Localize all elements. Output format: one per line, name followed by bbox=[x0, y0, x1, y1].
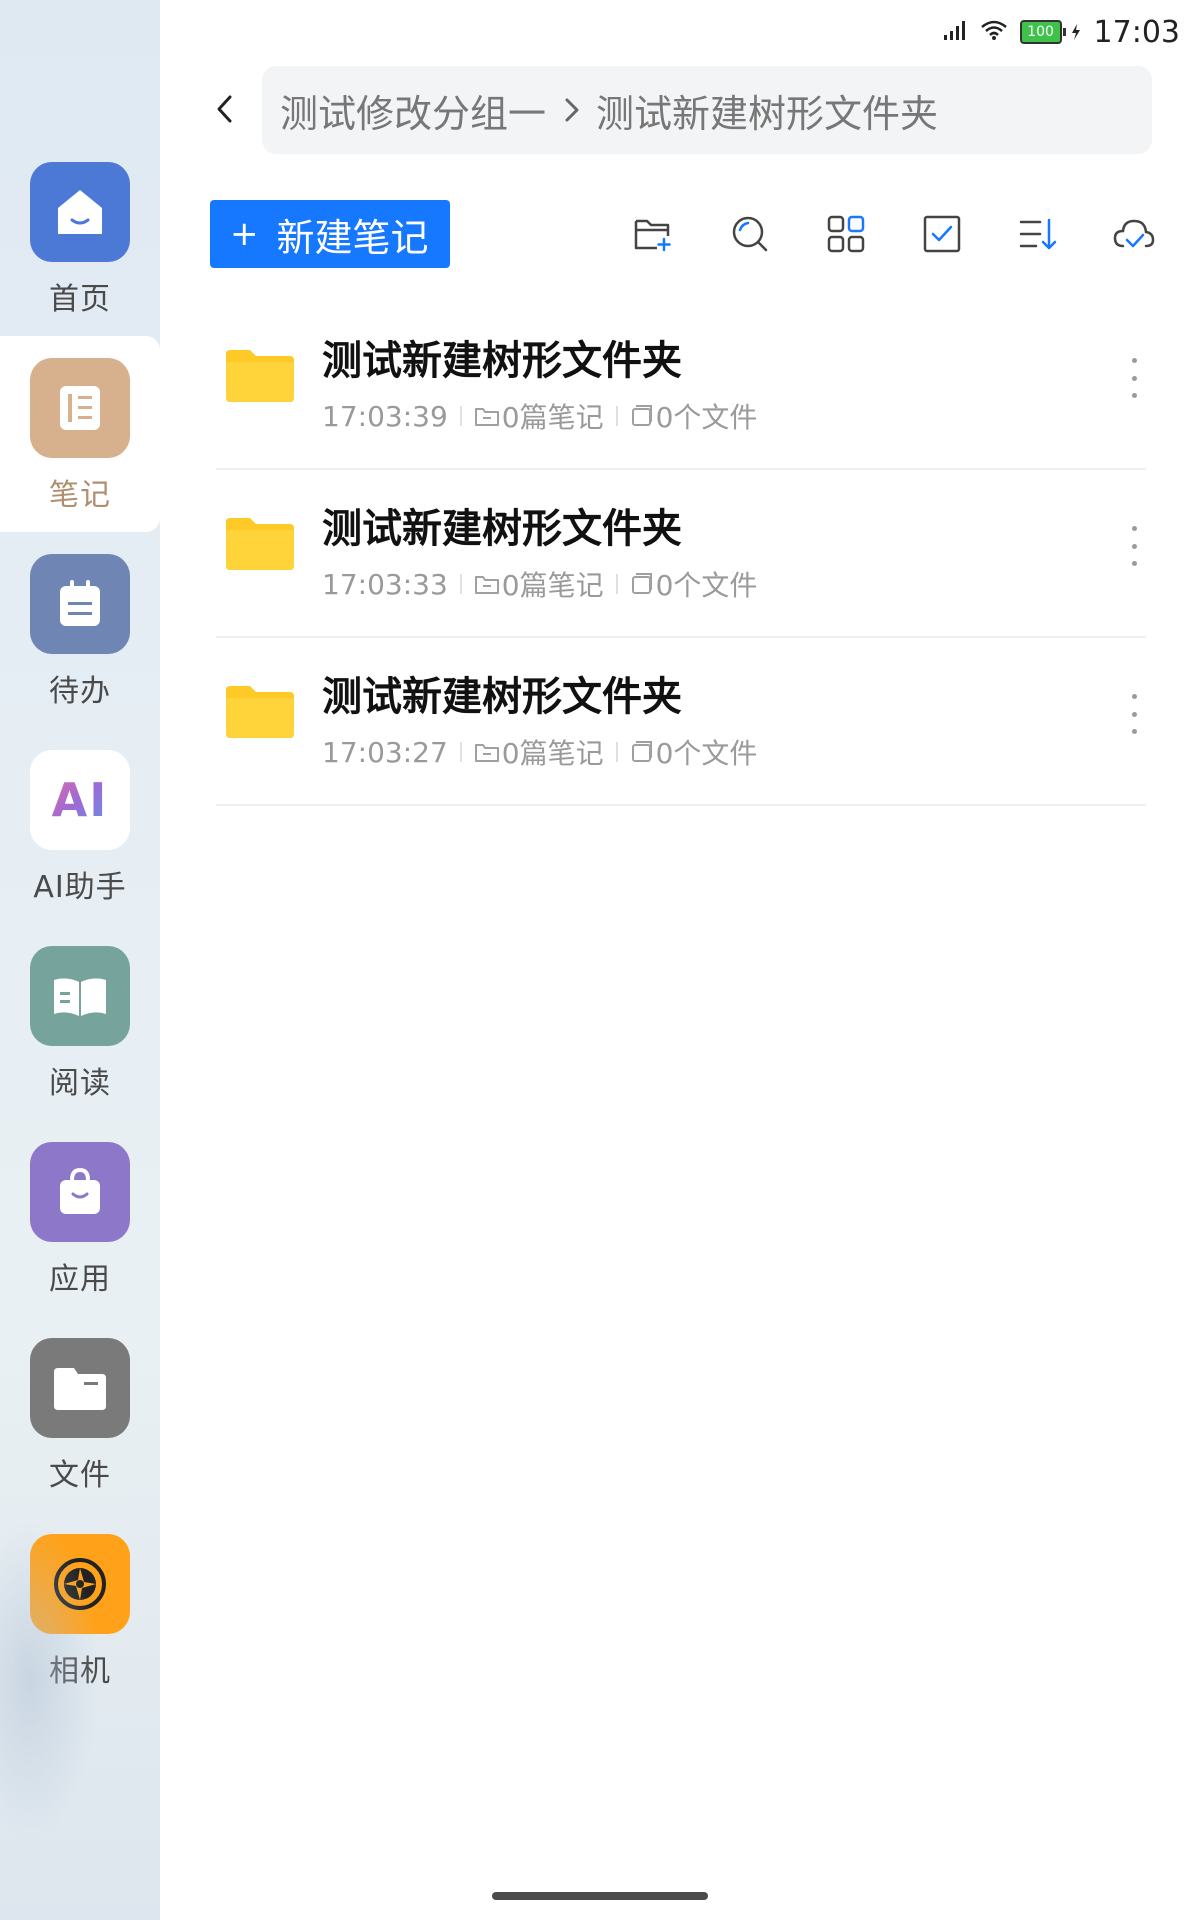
folder-title: 测试新建树形文件夹 bbox=[322, 338, 682, 384]
folder-file-count: 0个文件 bbox=[655, 401, 758, 434]
search-button[interactable] bbox=[726, 210, 774, 258]
book-icon bbox=[30, 946, 130, 1046]
sidebar-item-files[interactable]: 文件 bbox=[0, 1316, 160, 1512]
notebook-icon bbox=[30, 358, 130, 458]
divider bbox=[615, 574, 618, 594]
sidebar-item-label: 文件 bbox=[49, 1458, 111, 1493]
ai-icon: AI bbox=[30, 750, 130, 850]
new-note-label: 新建笔记 bbox=[276, 215, 429, 260]
divider bbox=[459, 406, 462, 426]
folder-row[interactable]: 测试新建树形文件夹 17:03:39 0篇笔记 0个文件 bbox=[216, 300, 1146, 470]
camera-icon bbox=[30, 1534, 130, 1634]
cloud-sync-button[interactable] bbox=[1110, 210, 1158, 258]
bag-icon bbox=[30, 1142, 130, 1242]
folder-meta: 17:03:39 0篇笔记 0个文件 bbox=[322, 396, 757, 436]
folder-icon bbox=[226, 350, 294, 402]
folder-title: 测试新建树形文件夹 bbox=[322, 674, 682, 720]
note-folder-icon bbox=[474, 404, 500, 428]
chevron-left-icon bbox=[217, 95, 232, 123]
sidebar-item-ai[interactable]: AI AI助手 bbox=[0, 728, 160, 924]
sort-icon bbox=[1019, 218, 1057, 250]
breadcrumb-parent[interactable]: 测试修改分组一 bbox=[262, 83, 546, 138]
file-icon bbox=[630, 404, 654, 428]
new-note-button[interactable]: + 新建笔记 bbox=[210, 200, 450, 268]
folder-time: 17:03:33 bbox=[322, 567, 448, 601]
breadcrumb: 测试修改分组一 测试新建树形文件夹 bbox=[262, 66, 1152, 154]
back-button[interactable] bbox=[208, 92, 242, 126]
folder-note-count: 0篇笔记 bbox=[501, 569, 604, 602]
more-options-icon[interactable] bbox=[1124, 694, 1144, 734]
sidebar-item-label: 应用 bbox=[49, 1262, 111, 1297]
folder-note-count: 0篇笔记 bbox=[501, 737, 604, 770]
sidebar-item-label: 首页 bbox=[49, 282, 111, 317]
more-options-icon[interactable] bbox=[1124, 526, 1144, 566]
divider bbox=[459, 574, 462, 594]
divider bbox=[615, 406, 618, 426]
more-options-icon[interactable] bbox=[1124, 358, 1144, 398]
chevron-right-icon bbox=[564, 97, 580, 123]
note-folder-icon bbox=[474, 740, 500, 764]
sidebar-item-label: AI助手 bbox=[33, 870, 127, 905]
charging-icon bbox=[1071, 24, 1080, 40]
ai-icon-text: AI bbox=[51, 773, 109, 827]
note-folder-icon bbox=[474, 572, 500, 596]
sidebar-item-reading[interactable]: 阅读 bbox=[0, 924, 160, 1120]
sidebar-item-camera[interactable]: 相机 bbox=[0, 1512, 160, 1708]
grid-view-button[interactable] bbox=[822, 210, 870, 258]
divider bbox=[615, 742, 618, 762]
battery-level: 100 bbox=[1019, 20, 1062, 44]
folder-add-icon bbox=[634, 219, 671, 252]
sidebar-item-label: 笔记 bbox=[49, 478, 111, 513]
search-icon bbox=[732, 216, 768, 252]
battery-icon: 100 bbox=[1019, 20, 1082, 44]
folder-meta: 17:03:33 0篇笔记 0个文件 bbox=[322, 564, 757, 604]
sidebar-item-label: 待办 bbox=[49, 674, 111, 709]
cloud-check-icon bbox=[1113, 219, 1155, 248]
file-icon bbox=[630, 740, 654, 764]
folder-note-count: 0篇笔记 bbox=[501, 401, 604, 434]
folder-row[interactable]: 测试新建树形文件夹 17:03:33 0篇笔记 0个文件 bbox=[216, 468, 1146, 638]
plus-icon: + bbox=[230, 214, 259, 254]
folder-row[interactable]: 测试新建树形文件夹 17:03:27 0篇笔记 0个文件 bbox=[216, 636, 1146, 806]
sidebar-item-label: 相机 bbox=[49, 1654, 111, 1689]
folder-icon bbox=[30, 1338, 130, 1438]
home-indicator[interactable] bbox=[492, 1892, 708, 1900]
folder-file-count: 0个文件 bbox=[655, 569, 758, 602]
folder-icon bbox=[226, 518, 294, 570]
wifi-icon bbox=[980, 19, 1008, 45]
signal-icon bbox=[942, 19, 968, 45]
status-time: 17:03 bbox=[1093, 14, 1180, 50]
sidebar-item-todo[interactable]: 待办 bbox=[0, 532, 160, 728]
sidebar: 首页 笔记 待办 AI AI助手 阅读 应用 文件 相机 bbox=[0, 0, 160, 1920]
breadcrumb-current: 测试新建树形文件夹 bbox=[596, 91, 939, 136]
status-bar: 100 17:03 bbox=[942, 12, 1180, 52]
sort-button[interactable] bbox=[1014, 210, 1062, 258]
file-icon bbox=[630, 572, 654, 596]
folder-title: 测试新建树形文件夹 bbox=[322, 506, 682, 552]
todo-icon bbox=[30, 554, 130, 654]
sidebar-item-apps[interactable]: 应用 bbox=[0, 1120, 160, 1316]
sidebar-item-label: 阅读 bbox=[49, 1066, 111, 1101]
home-icon bbox=[30, 162, 130, 262]
divider bbox=[459, 742, 462, 762]
sidebar-item-notes[interactable]: 笔记 bbox=[0, 336, 160, 532]
folder-icon bbox=[226, 686, 294, 738]
folder-file-count: 0个文件 bbox=[655, 737, 758, 770]
multi-select-button[interactable] bbox=[918, 210, 966, 258]
sidebar-item-home[interactable]: 首页 bbox=[0, 140, 160, 336]
folder-meta: 17:03:27 0篇笔记 0个文件 bbox=[322, 732, 757, 772]
new-folder-button[interactable] bbox=[629, 210, 677, 258]
folder-time: 17:03:39 bbox=[322, 399, 448, 433]
grid-icon bbox=[827, 215, 865, 253]
folder-time: 17:03:27 bbox=[322, 735, 448, 769]
checkbox-icon bbox=[923, 215, 961, 253]
